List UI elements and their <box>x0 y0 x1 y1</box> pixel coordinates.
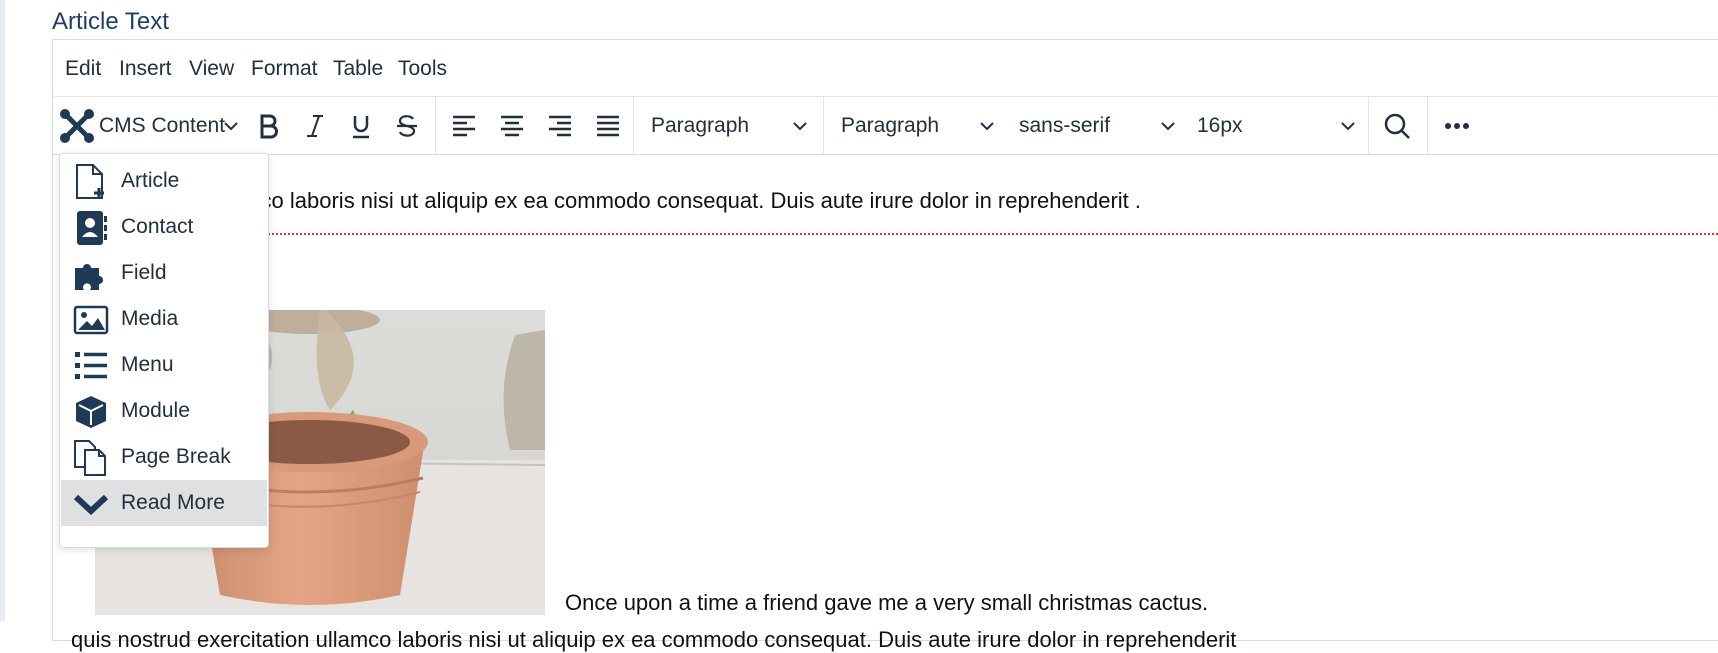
align-right-icon <box>548 115 572 137</box>
font-size-select[interactable]: 16px <box>1187 107 1364 145</box>
dropdown-item-article[interactable]: Article <box>61 158 267 204</box>
format-select[interactable]: Paragraph <box>831 107 1003 145</box>
image-icon <box>73 302 109 338</box>
page-break-marker <box>89 233 1718 235</box>
align-center-button[interactable] <box>493 107 531 145</box>
align-justify-button[interactable] <box>589 107 627 145</box>
dropdown-item-label: Menu <box>121 353 174 376</box>
menu-view[interactable]: View <box>189 57 234 81</box>
toolbar-separator <box>1427 97 1428 154</box>
font-size-value: 16px <box>1197 114 1243 137</box>
italic-icon <box>304 113 326 139</box>
align-center-icon <box>500 115 524 137</box>
editor-toolbar: CMS Content Paragraph Paragraph sans-ser… <box>53 97 1718 155</box>
toolbar-separator <box>823 97 824 154</box>
italic-button[interactable] <box>297 107 333 145</box>
dropdown-item-label: Read More <box>121 491 225 514</box>
dropdown-item-contact[interactable]: Contact <box>61 204 267 250</box>
menu-edit[interactable]: Edit <box>65 57 101 81</box>
dropdown-item-page-break[interactable]: Page Break <box>61 434 267 480</box>
dropdown-item-label: Media <box>121 307 179 330</box>
dropdown-item-field[interactable]: Field <box>61 250 267 296</box>
article-text-label: Article Text <box>52 8 169 35</box>
cms-content-dropdown: Article Contact Field Media Menu Module <box>59 153 269 548</box>
font-family-value: sans-serif <box>1019 114 1111 137</box>
bold-button[interactable] <box>251 107 287 145</box>
align-right-button[interactable] <box>541 107 579 145</box>
dropdown-item-media[interactable]: Media <box>61 296 267 342</box>
file-plus-icon <box>73 164 109 200</box>
dropdown-item-label: Field <box>121 261 167 284</box>
cms-content-button[interactable]: CMS Content <box>59 107 239 145</box>
copy-icon <box>73 440 109 476</box>
rich-text-editor: Edit Insert View Format Table Tools CMS … <box>52 39 1718 652</box>
address-book-icon <box>73 210 109 246</box>
image-caption: Once upon a time a friend gave me a very… <box>565 590 1209 615</box>
strikethrough-icon <box>395 113 419 139</box>
underline-icon <box>350 113 372 139</box>
cms-content-label: CMS Content <box>99 114 226 137</box>
dropdown-item-label: Module <box>121 399 190 422</box>
toolbar-separator <box>633 97 634 154</box>
dropdown-item-module[interactable]: Module <box>61 388 267 434</box>
chevron-down-icon <box>1160 119 1176 137</box>
joomla-logo-icon <box>59 108 95 144</box>
chevron-down-icon <box>979 119 995 137</box>
chevron-down-icon <box>1340 119 1356 137</box>
puzzle-piece-icon <box>73 256 109 292</box>
left-rail <box>0 0 5 621</box>
chevron-down-icon <box>73 486 109 522</box>
dropdown-item-read-more[interactable]: Read More <box>61 480 267 526</box>
align-justify-icon <box>596 115 620 137</box>
menu-tools[interactable]: Tools <box>398 57 447 81</box>
font-family-select[interactable]: sans-serif <box>1009 107 1184 145</box>
more-icon <box>1444 122 1470 130</box>
search-icon <box>1383 112 1411 140</box>
cube-icon <box>73 394 109 430</box>
dropdown-item-label: Page Break <box>121 445 231 468</box>
strikethrough-button[interactable] <box>389 107 425 145</box>
menu-format[interactable]: Format <box>251 57 318 81</box>
dropdown-item-menu[interactable]: Menu <box>61 342 267 388</box>
search-button[interactable] <box>1375 107 1419 145</box>
underline-button[interactable] <box>343 107 379 145</box>
menu-table[interactable]: Table <box>333 57 383 81</box>
content-paragraph: quis nostrud exercitation ullamco labori… <box>71 627 1237 652</box>
align-left-icon <box>452 115 476 137</box>
toolbar-separator <box>1368 97 1369 154</box>
toolbar-separator <box>435 97 436 154</box>
dropdown-item-label: Article <box>121 169 180 192</box>
editor-menubar: Edit Insert View Format Table Tools <box>53 40 1718 97</box>
chevron-down-icon <box>792 119 808 137</box>
menu-insert[interactable]: Insert <box>119 57 172 81</box>
dropdown-item-label: Contact <box>121 215 194 238</box>
blocks-select-value: Paragraph <box>651 114 750 137</box>
editor-content[interactable]: d exercitation ullamco laboris nisi ut a… <box>53 155 1718 652</box>
more-button[interactable] <box>1435 107 1479 145</box>
chevron-down-icon <box>223 120 239 132</box>
list-icon <box>73 348 109 384</box>
format-select-value: Paragraph <box>841 114 940 137</box>
bold-icon <box>257 113 281 139</box>
blocks-select[interactable]: Paragraph <box>641 107 816 145</box>
align-left-button[interactable] <box>445 107 483 145</box>
